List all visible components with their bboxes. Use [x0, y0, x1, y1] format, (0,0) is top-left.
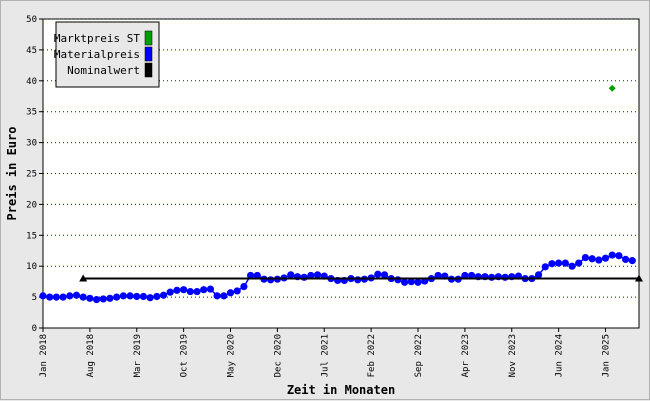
- materialpreis-point: [39, 292, 47, 300]
- x-tick-label: Aug 2018: [86, 334, 96, 377]
- materialpreis-point: [86, 294, 94, 302]
- x-tick-label: Sep 2022: [414, 334, 424, 377]
- y-tick-label: 15: [26, 231, 37, 241]
- legend-swatch-nominalwert: [144, 62, 153, 78]
- x-tick-label: Jul 2021: [320, 334, 330, 377]
- y-tick-label: 20: [26, 200, 37, 210]
- materialpreis-point: [601, 254, 610, 262]
- materialpreis-point: [561, 259, 569, 267]
- legend-label-marktpreis-st: Marktpreis ST: [54, 32, 140, 45]
- x-tick-label: May 2020: [227, 334, 237, 377]
- y-tick-label: 5: [32, 293, 37, 303]
- materialpreis-point: [206, 285, 215, 293]
- x-tick-label: Mar 2019: [133, 334, 143, 377]
- materialpreis-point: [153, 292, 161, 301]
- x-tick-label: Nov 2023: [508, 334, 518, 377]
- y-tick-label: 0: [32, 324, 37, 334]
- materialpreis-point: [146, 294, 154, 302]
- materialpreis-point: [568, 262, 576, 270]
- materialpreis-point: [548, 260, 556, 268]
- materialpreis-point: [159, 291, 168, 299]
- x-tick-label: Jun 2024: [555, 334, 565, 377]
- materialpreis-point: [99, 295, 107, 303]
- materialpreis-point: [240, 282, 248, 291]
- x-tick-label: Jan 2018: [39, 334, 49, 377]
- materialpreis-point: [581, 253, 590, 262]
- materialpreis-point: [488, 273, 496, 281]
- materialpreis-point: [133, 292, 141, 301]
- legend-label-nominalwert: Nominalwert: [67, 64, 140, 77]
- materialpreis-point: [72, 291, 81, 299]
- materialpreis-point: [622, 255, 630, 264]
- legend-swatch-materialpreis: [144, 46, 153, 62]
- materialpreis-point: [173, 286, 181, 294]
- materialpreis-point: [287, 271, 295, 279]
- materialpreis-point: [113, 293, 121, 301]
- materialpreis-point: [59, 293, 67, 301]
- materialpreis-point: [180, 286, 188, 294]
- materialpreis-point: [106, 294, 114, 302]
- materialpreis-point: [92, 295, 101, 304]
- materialpreis-point: [46, 293, 54, 301]
- x-axis: Jan 2018 Aug 2018 Mar 2019 Oct 2019 May 2020…: [39, 328, 612, 377]
- y-tick-label: 50: [26, 15, 37, 25]
- y-axis-title: Preis in Euro: [5, 127, 19, 221]
- materialpreis-point: [119, 292, 127, 300]
- y-tick-label: 30: [26, 139, 37, 149]
- y-tick-label: 10: [26, 262, 37, 272]
- materialpreis-point: [588, 255, 596, 263]
- materialpreis-point: [233, 287, 241, 295]
- materialpreis-point: [615, 252, 623, 260]
- x-axis-title: Zeit in Monaten: [287, 383, 395, 397]
- legend: Marktpreis ST Materialpreis Nominalwert: [54, 21, 160, 88]
- materialpreis-point: [52, 293, 60, 301]
- materialpreis-point: [300, 273, 308, 281]
- materialpreis-point: [541, 263, 549, 271]
- materialpreis-point: [575, 259, 583, 267]
- materialpreis-point: [608, 251, 616, 259]
- x-tick-label: Jan 2025: [602, 334, 612, 377]
- materialpreis-point: [555, 259, 563, 267]
- materialpreis-point: [380, 271, 389, 279]
- materialpreis-point: [66, 292, 74, 300]
- x-tick-label: Oct 2019: [180, 334, 190, 377]
- materialpreis-point: [79, 293, 87, 301]
- materialpreis-point: [186, 287, 194, 296]
- y-tick-label: 45: [26, 46, 37, 56]
- materialpreis-point: [414, 278, 422, 286]
- materialpreis-point: [200, 286, 208, 294]
- materialpreis-point: [501, 273, 509, 281]
- materialpreis-point: [213, 292, 221, 300]
- materialpreis-point: [628, 257, 636, 265]
- legend-label-materialpreis: Materialpreis: [54, 48, 140, 61]
- materialpreis-point: [220, 292, 228, 300]
- legend-swatch-marktpreis-st: [144, 30, 153, 46]
- y-tick-label: 35: [26, 108, 37, 118]
- materialpreis-point: [534, 271, 543, 279]
- materialpreis-point: [374, 270, 382, 278]
- x-tick-label: Dec 2020: [273, 334, 283, 377]
- materialpreis-point: [139, 292, 148, 301]
- price-chart: 0 5 10 15 20 25 30 35 40 45 50 Jan 2018 Aug 2018 Mar…: [5, 15, 643, 397]
- materialpreis-point: [354, 276, 362, 284]
- materialpreis-point: [166, 288, 174, 296]
- materialpreis-point: [595, 256, 603, 264]
- materialpreis-point: [193, 287, 201, 296]
- materialpreis-point: [394, 276, 402, 284]
- x-tick-label: Feb 2022: [367, 334, 377, 377]
- y-tick-label: 40: [26, 77, 37, 87]
- materialpreis-point: [313, 271, 322, 279]
- y-tick-label: 25: [26, 170, 37, 180]
- y-axis: 0 5 10 15 20 25 30 35 40 45 50: [26, 15, 43, 334]
- materialpreis-point: [126, 292, 134, 300]
- materialpreis-point: [226, 289, 235, 297]
- materialpreis-point: [267, 276, 275, 284]
- x-tick-label: Apr 2023: [461, 334, 471, 377]
- chart-frame: 0 5 10 15 20 25 30 35 40 45 50 Jan 2018 Aug 2018 Mar…: [0, 0, 650, 400]
- materialpreis-point: [401, 278, 409, 286]
